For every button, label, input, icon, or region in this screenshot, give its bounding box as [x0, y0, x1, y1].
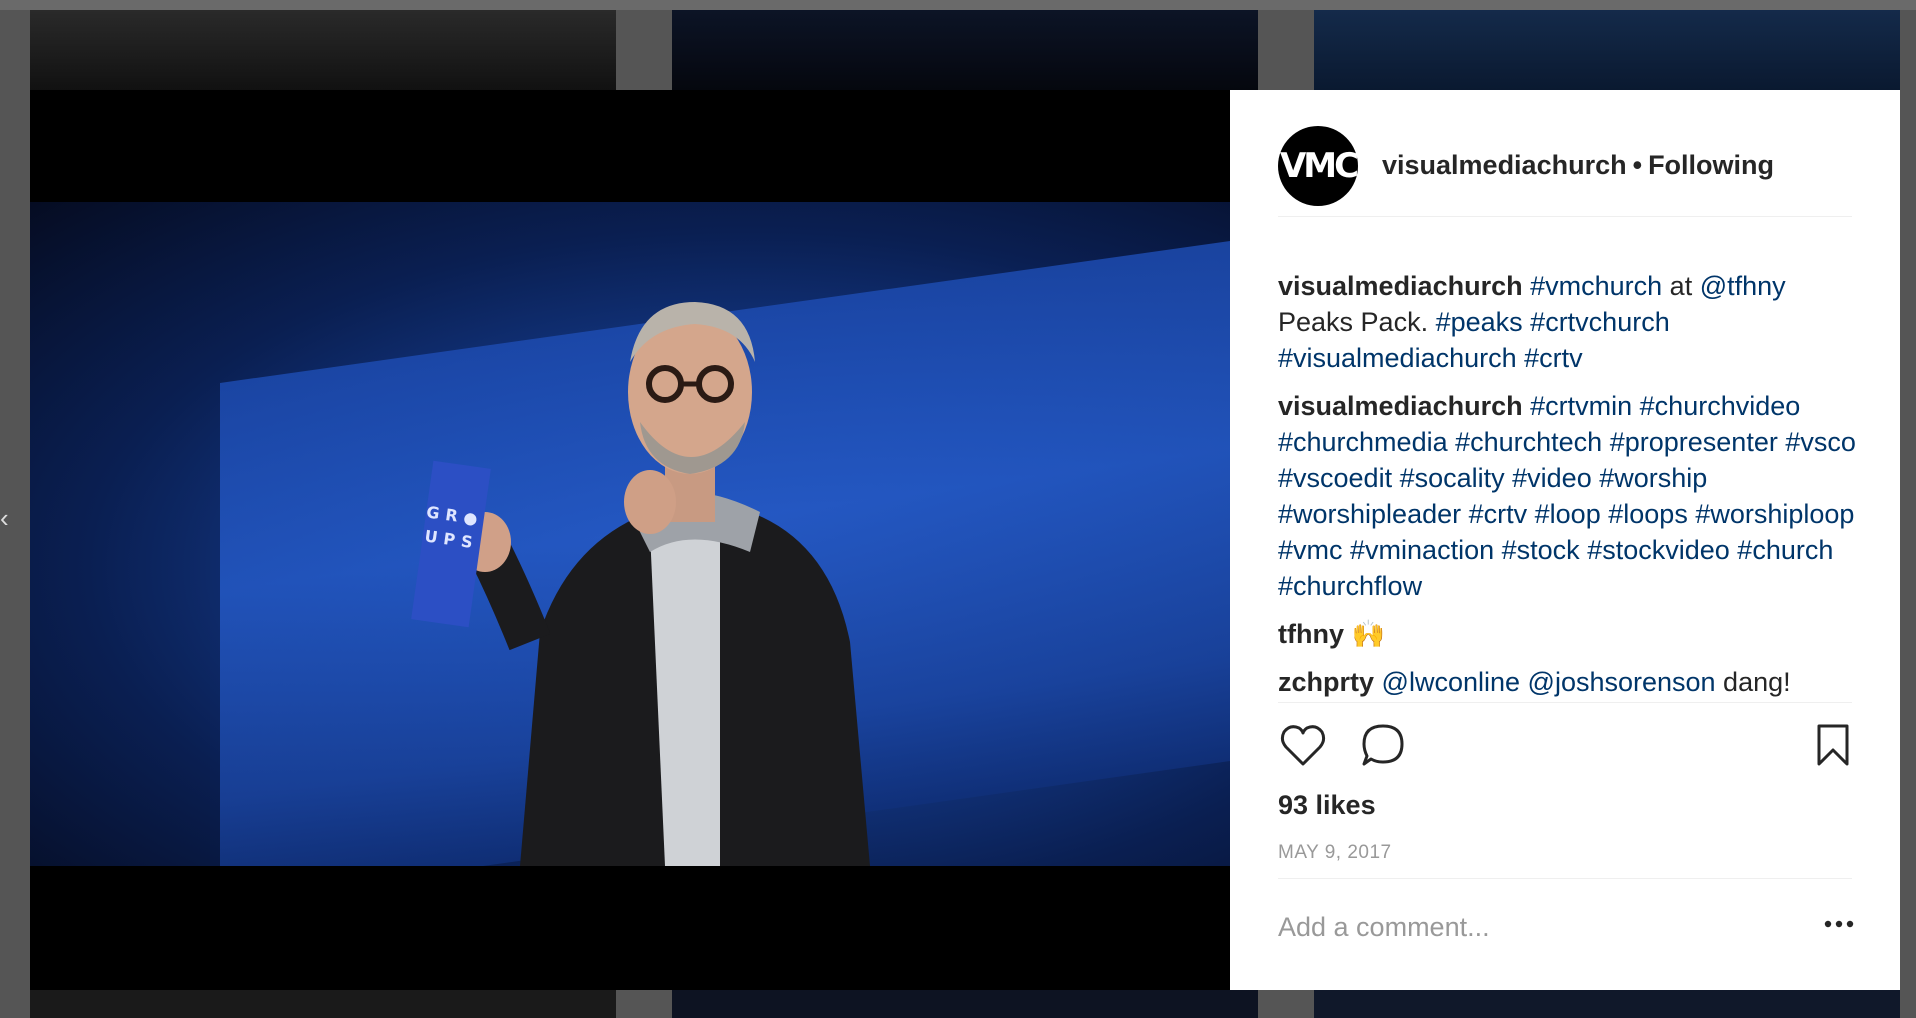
hashtag-link[interactable]: #socality — [1400, 463, 1505, 493]
post-date[interactable]: MAY 9, 2017 — [1278, 842, 1392, 864]
following-button[interactable]: Following — [1648, 150, 1774, 180]
hashtag-link[interactable]: #vmc — [1278, 535, 1343, 565]
comment-text — [1602, 427, 1610, 457]
bookmark-icon[interactable] — [1808, 720, 1858, 770]
mention-link[interactable]: @lwconline — [1382, 667, 1520, 697]
mention-link[interactable]: @tfhny — [1700, 271, 1786, 301]
speech-bubble-icon[interactable] — [1358, 720, 1408, 770]
hashtag-link[interactable]: #worship — [1599, 463, 1707, 493]
comment-text — [1520, 667, 1528, 697]
groups-card-text: GR●UPS — [423, 502, 485, 553]
comment-item: visualmediachurch #vmchurch at @tfhny Pe… — [1278, 268, 1868, 376]
post-actions — [1278, 720, 1852, 770]
grid-thumbnail[interactable] — [672, 990, 1258, 1018]
comment-text — [1632, 391, 1640, 421]
ellipsis-icon[interactable] — [1822, 914, 1856, 934]
comment-username[interactable]: zchprty — [1278, 667, 1374, 697]
comment-item: visualmediachurch #crtvmin #churchvideo … — [1278, 388, 1868, 604]
hashtag-link[interactable]: #stockvideo — [1587, 535, 1730, 565]
comment-text: dang! — [1715, 667, 1791, 697]
mention-link[interactable]: @joshsorenson — [1528, 667, 1716, 697]
divider — [1278, 878, 1852, 879]
add-comment-input[interactable] — [1278, 905, 1778, 949]
hashtag-link[interactable]: #loops — [1608, 499, 1688, 529]
hashtag-link[interactable]: #stock — [1502, 535, 1580, 565]
comment-text — [1448, 427, 1456, 457]
comment-item: tfhny 🙌 — [1278, 616, 1868, 652]
likes-count[interactable]: 93 likes — [1278, 790, 1376, 821]
hashtag-link[interactable]: #worshipleader — [1278, 499, 1461, 529]
comment-username[interactable]: visualmediachurch — [1278, 271, 1523, 301]
hashtag-link[interactable]: #propresenter — [1610, 427, 1778, 457]
comment-text: 🙌 — [1351, 619, 1386, 649]
grid-thumbnail[interactable] — [30, 990, 616, 1018]
hashtag-link[interactable]: #church — [1737, 535, 1833, 565]
avatar[interactable]: VMC — [1278, 126, 1359, 206]
hashtag-link[interactable]: #crtvchurch — [1530, 307, 1670, 337]
hashtag-link[interactable]: #visualmediachurch — [1278, 343, 1517, 373]
comment-text — [1494, 535, 1502, 565]
speaker-figure — [459, 302, 870, 866]
grid-thumbnail[interactable] — [1314, 10, 1900, 90]
comments-list[interactable]: visualmediachurch #vmchurch at @tfhny Pe… — [1278, 268, 1868, 702]
comment-text: Peaks Pack. — [1278, 307, 1436, 337]
heart-outline-icon[interactable] — [1278, 720, 1328, 770]
hashtag-link[interactable]: #churchmedia — [1278, 427, 1448, 457]
hashtag-link[interactable]: #worshiploop — [1695, 499, 1854, 529]
hashtag-link[interactable]: #vmchurch — [1530, 271, 1662, 301]
browser-top-edge — [0, 0, 1916, 10]
hashtag-link[interactable]: #churchvideo — [1640, 391, 1801, 421]
grid-thumbnail[interactable] — [672, 10, 1258, 90]
hashtag-link[interactable]: #churchtech — [1455, 427, 1602, 457]
previous-post-arrow-icon[interactable]: ‹ — [0, 505, 9, 531]
hashtag-link[interactable]: #vminaction — [1350, 535, 1494, 565]
header-separator: • — [1632, 150, 1643, 180]
hashtag-link[interactable]: #peaks — [1436, 307, 1523, 337]
header-text: visualmediachurch • Following — [1382, 150, 1774, 181]
hashtag-link[interactable]: #crtv — [1469, 499, 1528, 529]
hashtag-link[interactable]: #crtv — [1524, 343, 1583, 373]
comment-username[interactable]: visualmediachurch — [1278, 391, 1523, 421]
author-username[interactable]: visualmediachurch — [1382, 150, 1627, 180]
grid-thumbnail[interactable] — [1314, 990, 1900, 1018]
avatar-text: VMC — [1279, 146, 1359, 186]
post-details-panel: VMC visualmediachurch • Following visualme… — [1230, 90, 1900, 990]
comment-username[interactable]: tfhny — [1278, 619, 1344, 649]
comment-text — [1517, 343, 1525, 373]
hashtag-link[interactable]: #crtvmin — [1530, 391, 1632, 421]
comment-text: at — [1662, 271, 1700, 301]
hashtag-link[interactable]: #vscoedit — [1278, 463, 1392, 493]
comment-text — [1527, 499, 1535, 529]
post-header: VMC visualmediachurch • Following — [1278, 126, 1852, 217]
comment-item: zchprty @lwconline @joshsorenson dang! — [1278, 664, 1868, 700]
comment-text — [1343, 535, 1351, 565]
comment-text — [1392, 463, 1400, 493]
comment-text — [1461, 499, 1469, 529]
grid-thumbnail[interactable] — [30, 10, 616, 90]
divider — [1278, 702, 1852, 703]
hashtag-link[interactable]: #video — [1512, 463, 1592, 493]
hashtag-link[interactable]: #churchflow — [1278, 571, 1422, 601]
hashtag-link[interactable]: #vsco — [1785, 427, 1856, 457]
hashtag-link[interactable]: #loop — [1535, 499, 1601, 529]
post-media-area: GR●UPS — [30, 90, 1230, 990]
post-photo[interactable]: GR●UPS — [30, 202, 1230, 866]
